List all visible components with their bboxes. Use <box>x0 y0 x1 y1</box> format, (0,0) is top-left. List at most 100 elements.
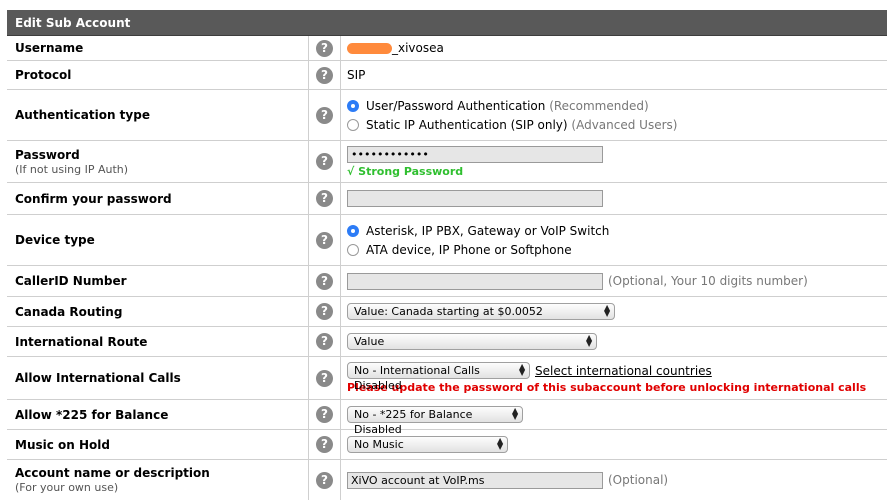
row-music-on-hold: Music on Hold ? No Music ▲ ▼ <box>7 430 887 460</box>
intl-route-value-cell: Value ▲ ▼ <box>341 327 887 356</box>
auth-option-user-password[interactable]: User/Password Authentication (Recommende… <box>347 96 887 115</box>
password-sublabel: (If not using IP Auth) <box>15 162 129 176</box>
help-icon[interactable]: ? <box>316 106 333 124</box>
username-label: Username <box>15 41 84 55</box>
radio-unselected-icon[interactable] <box>347 118 359 131</box>
row-device-type: Device type ? Asterisk, IP PBX, Gateway … <box>7 215 887 266</box>
moh-value-cell: No Music ▲ ▼ <box>341 430 887 459</box>
desc-value-cell: XiVO account at VoIP.ms (Optional) <box>341 460 887 500</box>
password-strength: √ Strong Password <box>347 164 464 178</box>
device-options-cell: Asterisk, IP PBX, Gateway or VoIP Switch… <box>341 215 887 265</box>
balance-help-cell: ? <box>309 400 341 429</box>
help-icon[interactable]: ? <box>316 303 333 320</box>
canada-help-cell: ? <box>309 297 341 326</box>
music-on-hold-select[interactable]: No Music ▲ ▼ <box>347 436 508 453</box>
desc-sublabel: (For your own use) <box>15 481 119 494</box>
help-icon[interactable]: ? <box>316 272 333 290</box>
canada-value-cell: Value: Canada starting at $0.0052 ▲ ▼ <box>341 297 887 326</box>
row-description: Account name or description (For your own… <box>7 460 887 500</box>
help-icon[interactable]: ? <box>316 231 333 249</box>
protocol-value-cell: SIP <box>341 61 887 89</box>
balance-select[interactable]: No - *225 for Balance Disabled ▲ ▼ <box>347 406 523 436</box>
intl-calls-value-cell: No - International Calls Disabled ▲ ▼ Sele… <box>341 357 887 399</box>
select-countries-link[interactable]: Select international countries <box>535 364 712 378</box>
intl-calls-label-cell: Allow International Calls <box>7 357 309 399</box>
help-icon[interactable]: ? <box>316 190 333 207</box>
desc-label: Account name or description <box>15 466 210 480</box>
select-arrows-icon: ▲ ▼ <box>497 436 504 451</box>
international-route-select[interactable]: Value ▲ ▼ <box>347 333 597 350</box>
row-international-route: International Route ? Value ▲ ▼ <box>7 327 887 357</box>
description-field[interactable]: XiVO account at VoIP.ms <box>347 471 603 489</box>
radio-selected-icon[interactable] <box>347 224 359 237</box>
balance-label-cell: Allow *225 for Balance <box>7 400 309 429</box>
row-callerid: CallerID Number ? (Optional, Your 10 dig… <box>7 266 887 297</box>
callerid-value-cell: (Optional, Your 10 digits number) <box>341 266 887 296</box>
confirm-label-cell: Confirm your password <box>7 183 309 214</box>
help-icon[interactable]: ? <box>316 153 333 170</box>
confirm-value-cell <box>341 183 887 214</box>
canada-label: Canada Routing <box>15 304 123 319</box>
row-canada-routing: Canada Routing ? Value: Canada starting … <box>7 297 887 327</box>
confirm-help-cell: ? <box>309 183 341 214</box>
username-label-cell: Username <box>7 36 309 60</box>
callerid-label-cell: CallerID Number <box>7 266 309 296</box>
help-icon[interactable]: ? <box>316 436 333 453</box>
select-arrows-icon: ▲ ▼ <box>519 362 526 377</box>
auth-option1-note: (Recommended) <box>549 98 649 113</box>
canada-routing-select[interactable]: Value: Canada starting at $0.0052 ▲ ▼ <box>347 303 615 320</box>
radio-selected-icon[interactable] <box>347 99 359 112</box>
auth-options-cell: User/Password Authentication (Recommende… <box>341 90 887 140</box>
help-icon[interactable]: ? <box>316 369 333 387</box>
auth-label-cell: Authentication type <box>7 90 309 140</box>
username-value-cell: _xivosea <box>341 36 887 60</box>
row-protocol: Protocol ? SIP <box>7 61 887 90</box>
callerid-hint: (Optional, Your 10 digits number) <box>608 274 808 288</box>
auth-option2-note: (Advanced Users) <box>571 117 678 132</box>
password-value-cell: •••••••••••• √ Strong Password <box>341 141 887 182</box>
username-help-cell: ? <box>309 36 341 60</box>
confirm-label: Confirm your password <box>15 191 172 206</box>
international-route-value: Value <box>354 335 385 348</box>
intl-route-label: International Route <box>15 334 148 349</box>
password-label-cell: Password (If not using IP Auth) <box>7 141 309 182</box>
username-value: _xivosea <box>392 41 444 55</box>
protocol-label-cell: Protocol <box>7 61 309 89</box>
help-icon[interactable]: ? <box>316 471 333 489</box>
moh-label-cell: Music on Hold <box>7 430 309 459</box>
device-option-asterisk[interactable]: Asterisk, IP PBX, Gateway or VoIP Switch <box>347 221 887 240</box>
callerid-label: CallerID Number <box>15 274 127 288</box>
device-help-cell: ? <box>309 215 341 265</box>
international-calls-select[interactable]: No - International Calls Disabled ▲ ▼ <box>347 362 530 392</box>
row-password: Password (If not using IP Auth) ? •••••••… <box>7 141 887 183</box>
callerid-field[interactable] <box>347 272 603 290</box>
protocol-label: Protocol <box>15 68 72 82</box>
auth-option1-label: User/Password Authentication <box>366 98 546 113</box>
callerid-help-cell: ? <box>309 266 341 296</box>
password-field[interactable]: •••••••••••• <box>347 145 603 163</box>
help-icon[interactable]: ? <box>316 66 333 84</box>
confirm-password-field[interactable] <box>347 190 603 207</box>
row-confirm-password: Confirm your password ? <box>7 183 887 215</box>
select-arrows-icon: ▲ ▼ <box>586 333 593 348</box>
device-option-ata[interactable]: ATA device, IP Phone or Softphone <box>347 240 887 259</box>
auth-option-static-ip[interactable]: Static IP Authentication (SIP only) (Adv… <box>347 115 887 134</box>
panel-title: Edit Sub Account <box>7 10 887 36</box>
moh-label: Music on Hold <box>15 437 110 452</box>
help-icon[interactable]: ? <box>316 39 333 57</box>
password-label: Password <box>15 147 80 162</box>
intl-route-label-cell: International Route <box>7 327 309 356</box>
device-label: Device type <box>15 233 95 247</box>
help-icon[interactable]: ? <box>316 406 333 423</box>
edit-sub-account-panel: Edit Sub Account Username ? _xivosea Pro… <box>7 10 887 501</box>
row-allow-international: Allow International Calls ? No - Interna… <box>7 357 887 400</box>
help-icon[interactable]: ? <box>316 333 333 350</box>
row-auth-type: Authentication type ? User/Password Auth… <box>7 90 887 141</box>
row-balance: Allow *225 for Balance ? No - *225 for B… <box>7 400 887 436</box>
balance-value-cell: No - *225 for Balance Disabled ▲ ▼ <box>341 400 887 436</box>
select-arrows-icon: ▲ ▼ <box>604 303 611 318</box>
device-label-cell: Device type <box>7 215 309 265</box>
music-on-hold-value: No Music <box>354 438 404 451</box>
auth-option2-label: Static IP Authentication (SIP only) <box>366 117 568 132</box>
radio-unselected-icon[interactable] <box>347 243 359 256</box>
